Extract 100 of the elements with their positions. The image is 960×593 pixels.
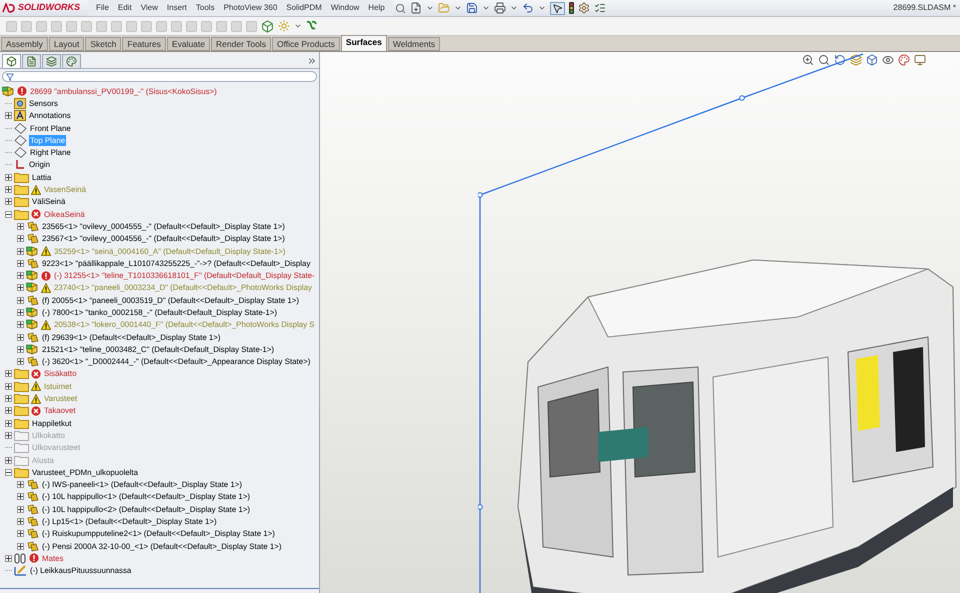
expand-panel-icon[interactable]	[307, 56, 317, 66]
expand-toggle[interactable]	[17, 518, 24, 526]
expand-toggle[interactable]	[5, 395, 12, 402]
menu-item[interactable]: Tools	[196, 2, 215, 14]
panel-tab[interactable]	[62, 54, 81, 68]
search-icon[interactable]	[394, 2, 406, 14]
expand-toggle[interactable]	[5, 456, 12, 464]
expand-toggle[interactable]	[17, 530, 24, 538]
error-icon	[31, 368, 41, 379]
logo-icon	[2, 3, 16, 13]
options-icon[interactable]	[578, 2, 590, 14]
filter-icon[interactable]	[6, 72, 14, 80]
list-icon[interactable]	[594, 2, 606, 14]
menu-item[interactable]: View	[140, 2, 158, 14]
parts-icon	[26, 220, 39, 232]
collapse-toggle[interactable]	[5, 468, 12, 476]
menu-item[interactable]: Help	[368, 2, 385, 14]
undo-icon[interactable]	[522, 2, 534, 14]
expand-toggle[interactable]	[17, 296, 24, 304]
parts-icon	[26, 516, 39, 528]
menu-item[interactable]: Edit	[118, 2, 132, 14]
menu-item[interactable]: SolidPDM	[286, 2, 322, 14]
assembly-icon	[26, 246, 39, 256]
expand-toggle[interactable]	[5, 420, 12, 427]
assembly-icon	[2, 86, 15, 97]
error-icon	[17, 86, 27, 96]
traffic-light-icon[interactable]	[568, 2, 574, 14]
command-tab[interactable]: Evaluate	[166, 37, 210, 51]
folder-icon	[14, 454, 29, 466]
command-tab[interactable]: Layout	[48, 37, 84, 51]
expand-toggle[interactable]	[5, 174, 12, 181]
expand-toggle[interactable]	[17, 542, 24, 550]
expand-toggle[interactable]	[5, 432, 12, 439]
expand-toggle[interactable]	[17, 235, 24, 242]
cube-icon[interactable]	[261, 20, 274, 32]
plane-icon	[14, 147, 27, 158]
menu-item[interactable]: Window	[330, 2, 360, 14]
expand-toggle[interactable]	[17, 346, 24, 353]
expand-toggle[interactable]	[5, 198, 12, 206]
expand-toggle[interactable]	[5, 112, 12, 120]
appearance-icon[interactable]	[898, 54, 910, 66]
expand-toggle[interactable]	[17, 358, 24, 366]
panel-tab[interactable]	[2, 54, 21, 68]
assembly-icon	[26, 344, 39, 355]
save-icon[interactable]	[466, 2, 478, 14]
warning-icon	[31, 184, 41, 195]
folder-icon	[14, 172, 29, 183]
rotate-icon[interactable]	[834, 54, 846, 66]
expand-toggle[interactable]	[17, 481, 24, 488]
command-tab[interactable]: Weldments	[388, 37, 440, 51]
command-tab[interactable]: Surfaces	[340, 35, 387, 51]
filter-field[interactable]	[2, 71, 317, 82]
new-file-icon[interactable]	[410, 2, 422, 14]
parts-icon	[26, 540, 39, 552]
plane-icon	[14, 134, 27, 146]
expand-toggle[interactable]	[17, 334, 24, 341]
parts-icon	[26, 332, 39, 343]
expand-toggle[interactable]	[5, 382, 12, 390]
select-button[interactable]	[550, 2, 565, 14]
hide-show-icon[interactable]	[882, 54, 894, 66]
menu-item[interactable]: PhotoView 360	[224, 2, 278, 14]
section-view-icon[interactable]	[850, 54, 862, 66]
expand-toggle[interactable]	[17, 493, 24, 500]
expand-toggle[interactable]	[5, 370, 12, 378]
curve-icon[interactable]	[306, 20, 317, 32]
parts-icon	[26, 233, 39, 244]
expand-toggle[interactable]	[5, 554, 12, 562]
search-icon[interactable]	[818, 54, 830, 66]
zoom-icon[interactable]	[802, 54, 814, 66]
panel-tab[interactable]	[42, 54, 61, 68]
expand-toggle[interactable]	[17, 284, 24, 292]
command-tab[interactable]: Office Products	[272, 37, 340, 51]
command-tab[interactable]: Sketch	[85, 37, 122, 51]
app-logo: SOLIDWORKS	[18, 1, 80, 14]
property-icon	[26, 56, 37, 66]
folder-icon	[14, 466, 29, 478]
error-icon	[29, 553, 39, 564]
menu-item[interactable]: Insert	[166, 2, 187, 14]
expand-toggle[interactable]	[17, 321, 24, 328]
folder-icon	[14, 393, 29, 404]
command-tab[interactable]: Assembly	[1, 37, 48, 51]
expand-toggle[interactable]	[5, 186, 12, 194]
folder-icon	[14, 184, 29, 196]
collapse-toggle[interactable]	[5, 210, 12, 218]
origin-icon	[14, 159, 26, 170]
expand-toggle[interactable]	[17, 272, 24, 280]
printer-icon[interactable]	[494, 2, 506, 14]
display-icon[interactable]	[914, 54, 926, 66]
expand-toggle[interactable]	[17, 308, 24, 316]
command-tab[interactable]: Render Tools	[211, 37, 271, 51]
expand-toggle[interactable]	[5, 407, 12, 414]
expand-toggle[interactable]	[17, 506, 24, 513]
parts-icon	[26, 356, 39, 368]
expand-toggle[interactable]	[17, 260, 24, 267]
command-tab[interactable]: Features	[122, 37, 166, 51]
expand-toggle[interactable]	[17, 248, 24, 254]
menu-item[interactable]: File	[96, 2, 109, 14]
panel-tab[interactable]	[22, 54, 41, 68]
view-orientation-icon[interactable]	[866, 54, 878, 66]
expand-toggle[interactable]	[17, 222, 24, 230]
